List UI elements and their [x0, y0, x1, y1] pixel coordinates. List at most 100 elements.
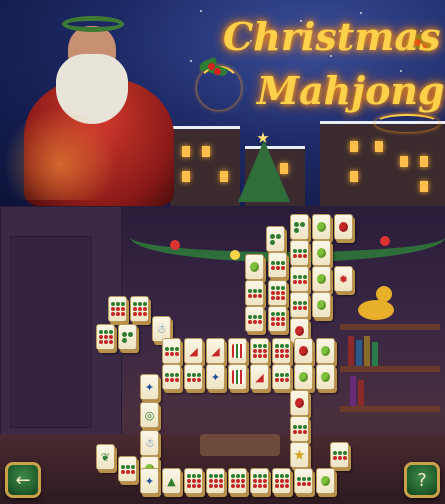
- six-dots-icon: [292, 424, 307, 434]
- mahjong-tile[interactable]: [290, 214, 309, 240]
- bookshelf: [340, 366, 440, 372]
- mahjong-tile[interactable]: [268, 280, 287, 306]
- mahjong-tile[interactable]: [312, 266, 331, 292]
- mahjong-tile[interactable]: [316, 364, 335, 390]
- ornament-green-icon: [321, 346, 330, 356]
- exit-button[interactable]: ←: [5, 462, 41, 498]
- mahjong-tile[interactable]: [162, 338, 181, 364]
- nine-dots-icon: [230, 474, 245, 488]
- mahjong-tile[interactable]: [290, 416, 309, 442]
- ornament-green-icon: [321, 476, 330, 486]
- poinsettia-icon: ✹: [338, 272, 349, 286]
- mahjong-tile[interactable]: [290, 390, 309, 416]
- mahjong-tile[interactable]: ◎: [140, 402, 159, 428]
- mahjong-tile[interactable]: [294, 364, 313, 390]
- six-dots-icon: [292, 300, 307, 310]
- mahjong-tile[interactable]: [294, 468, 313, 494]
- mahjong-tile[interactable]: [290, 292, 309, 318]
- three-dots-icon: [122, 331, 133, 343]
- mahjong-tile[interactable]: [316, 468, 335, 494]
- logo-word-mahjong: Mahjong: [257, 68, 445, 113]
- nine-dots-icon: [274, 344, 289, 358]
- mahjong-tile[interactable]: [268, 306, 287, 332]
- reindeer-icon: ✦: [210, 370, 221, 384]
- ornament-green-icon: [299, 372, 308, 382]
- mahjong-tile[interactable]: [330, 442, 349, 468]
- mahjong-tile[interactable]: [290, 266, 309, 292]
- mahjong-tile[interactable]: [184, 468, 203, 494]
- six-dots-icon: [120, 464, 135, 474]
- mahjong-tile[interactable]: [272, 338, 291, 364]
- mahjong-tile[interactable]: [250, 338, 269, 364]
- nine-dots-icon: [274, 474, 289, 488]
- six-dots-icon: [332, 450, 347, 460]
- mahjong-tile[interactable]: ✦: [140, 468, 159, 494]
- mahjong-tile[interactable]: [245, 280, 264, 306]
- mahjong-tile[interactable]: [228, 338, 247, 364]
- mahjong-tile[interactable]: ✹: [334, 266, 353, 292]
- holly-icon: [198, 57, 228, 80]
- mahjong-tile[interactable]: [118, 324, 137, 350]
- six-dots-icon: [164, 346, 179, 356]
- mahjong-tile[interactable]: [290, 240, 309, 266]
- hint-button[interactable]: ?: [404, 462, 440, 498]
- mahjong-tile[interactable]: ◢: [206, 338, 225, 364]
- mahjong-tile[interactable]: [206, 468, 225, 494]
- mahjong-tile[interactable]: [162, 364, 181, 390]
- snowman-icon: ☃: [156, 322, 167, 336]
- mahjong-tile[interactable]: [245, 254, 264, 280]
- star-icon: [294, 449, 305, 460]
- mahjong-tile[interactable]: [245, 306, 264, 332]
- mahjong-tile[interactable]: [108, 296, 127, 322]
- mahjong-tile[interactable]: [118, 456, 137, 482]
- six-dots-icon: [274, 372, 289, 382]
- candy-stripes-icon: [231, 344, 244, 358]
- reindeer-icon: ✦: [144, 380, 155, 394]
- ornament-green-icon: [250, 262, 259, 272]
- mahjong-tile[interactable]: [184, 364, 203, 390]
- mahjong-tile[interactable]: [250, 468, 269, 494]
- mahjong-tile[interactable]: ✦: [206, 364, 225, 390]
- door: [10, 236, 92, 428]
- three-dots-icon: [270, 233, 281, 245]
- mahjong-tile[interactable]: [290, 442, 309, 468]
- nine-dots-icon: [252, 474, 267, 488]
- mahjong-tile[interactable]: [312, 214, 331, 240]
- nine-dots-icon: [270, 286, 285, 300]
- snowman-icon: ☃: [144, 436, 155, 450]
- mahjong-tile[interactable]: [228, 364, 247, 390]
- mahjong-tile[interactable]: [312, 240, 331, 266]
- nine-dots-icon: [252, 344, 267, 358]
- mahjong-tile[interactable]: [272, 364, 291, 390]
- mahjong-tile[interactable]: ☃: [140, 430, 159, 456]
- mahjong-tile[interactable]: [312, 292, 331, 318]
- mahjong-tile[interactable]: ◢: [184, 338, 203, 364]
- mahjong-tile[interactable]: [96, 324, 115, 350]
- mahjong-tile[interactable]: [294, 338, 313, 364]
- mahjong-tile[interactable]: [228, 468, 247, 494]
- tree-icon: ▲: [167, 474, 176, 488]
- wreath-icon: ◎: [144, 408, 155, 422]
- nine-dots-icon: [98, 330, 113, 344]
- ornament-red-icon: [299, 346, 308, 356]
- game-board: ✹ ☃ ◢ ◢ ✦ ◢ ✦ ◎ ☃ ❦ ✦ ▲ ← ?: [0, 206, 445, 504]
- mahjong-tile[interactable]: ❦: [96, 444, 115, 470]
- mahjong-tile[interactable]: ◢: [250, 364, 269, 390]
- mahjong-tile[interactable]: [334, 214, 353, 240]
- mahjong-tile[interactable]: ✦: [140, 374, 159, 400]
- mahjong-tile[interactable]: ▲: [162, 468, 181, 494]
- game-logo: Christmas Mahjong: [195, 6, 445, 126]
- mahjong-tile[interactable]: [272, 468, 291, 494]
- ornament-green-icon: [317, 222, 326, 232]
- magic-sparks: [0, 110, 120, 200]
- nine-dots-icon: [270, 312, 285, 326]
- logo-word-christmas: Christmas: [223, 14, 441, 59]
- mahjong-tile[interactable]: [266, 226, 285, 252]
- stocking-icon: ◢: [255, 370, 264, 384]
- stocking-icon: ◢: [189, 344, 198, 358]
- mahjong-tile[interactable]: [268, 252, 287, 278]
- mahjong-tile[interactable]: [316, 338, 335, 364]
- rubber-duck-toy: [358, 286, 394, 320]
- ornament-green-icon: [317, 274, 326, 284]
- mahjong-tile[interactable]: [130, 296, 149, 322]
